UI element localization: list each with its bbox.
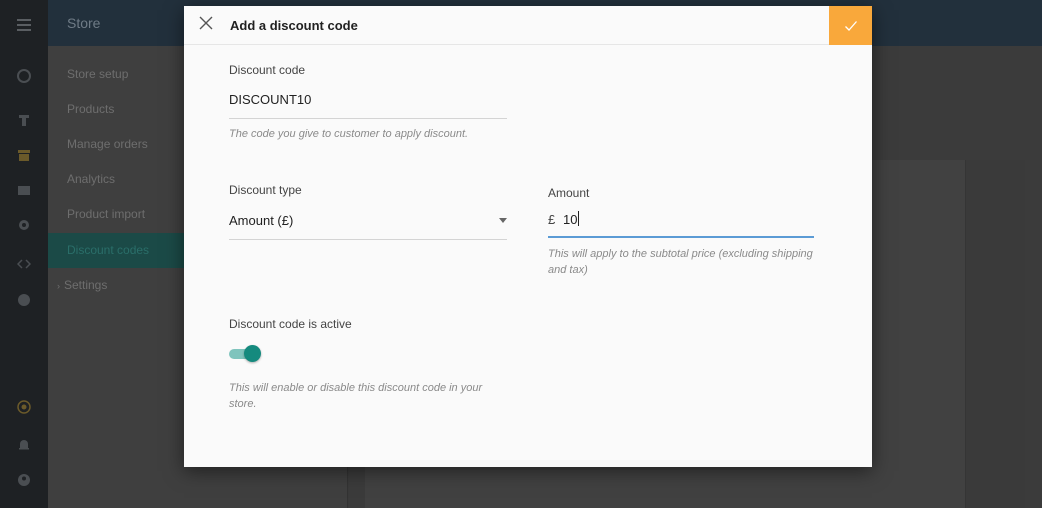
account-icon[interactable] [14, 470, 34, 490]
chevron-down-icon [499, 218, 507, 223]
mail-icon[interactable] [14, 180, 34, 200]
nav-item-settings-label: Settings [64, 278, 108, 292]
active-toggle[interactable] [228, 345, 262, 363]
text-cursor [578, 211, 579, 226]
amount-label: Amount [548, 186, 590, 200]
active-label: Discount code is active [229, 317, 352, 331]
chevron-right-icon: › [57, 281, 60, 291]
discount-code-input[interactable]: DISCOUNT10 [229, 92, 311, 107]
help-icon[interactable] [14, 290, 34, 310]
app-title: Store [67, 15, 101, 31]
currency-symbol: £ [548, 212, 556, 227]
discount-code-hint: The code you give to customer to apply d… [229, 128, 469, 140]
discount-type-underline [229, 239, 507, 240]
tshirt-icon[interactable] [14, 110, 34, 130]
discount-dialog: Add a discount code Discount code DISCOU… [184, 6, 872, 467]
amount-input[interactable]: 10 [563, 212, 577, 227]
discount-type-label: Discount type [229, 183, 302, 197]
confirm-button[interactable] [829, 6, 872, 45]
toggle-thumb [244, 345, 261, 362]
discount-code-underline [229, 118, 507, 119]
dashboard-icon[interactable] [14, 66, 34, 86]
discount-type-select[interactable]: Amount (£) [229, 206, 507, 240]
close-icon [199, 16, 213, 30]
discount-type-value: Amount (£) [229, 213, 294, 228]
star-icon[interactable] [14, 397, 34, 417]
icon-rail [0, 0, 48, 508]
amount-hint: This will apply to the subtotal price (e… [548, 248, 813, 276]
amount-underline-focused [548, 236, 814, 238]
dialog-header: Add a discount code [184, 6, 872, 45]
gear-icon[interactable] [14, 215, 34, 235]
close-button[interactable] [196, 13, 216, 33]
active-hint: This will enable or disable this discoun… [229, 382, 483, 410]
main-card-side [965, 160, 1025, 508]
code-icon[interactable] [14, 254, 34, 274]
dialog-title: Add a discount code [230, 18, 358, 33]
bell-icon[interactable] [14, 435, 34, 455]
discount-code-label: Discount code [229, 63, 306, 77]
menu-icon[interactable] [14, 15, 34, 35]
store-icon[interactable] [14, 145, 34, 165]
check-icon [844, 20, 857, 31]
